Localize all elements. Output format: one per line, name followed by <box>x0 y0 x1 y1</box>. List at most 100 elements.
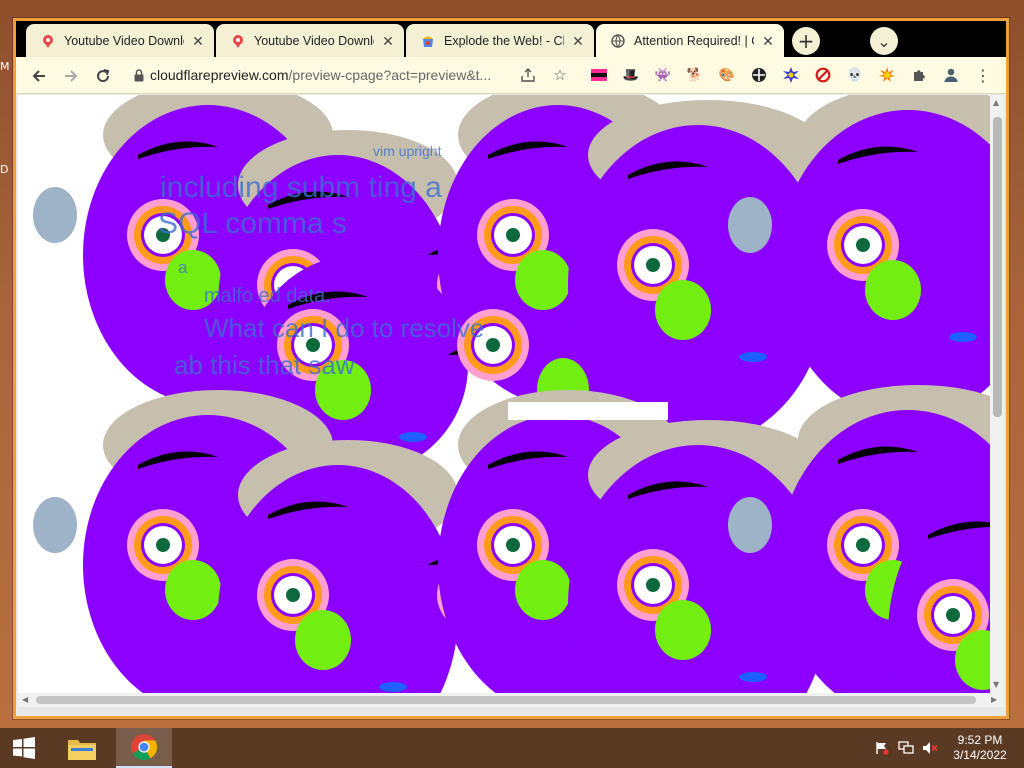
left-eye-iris <box>506 538 520 552</box>
tab-search-button[interactable]: ⌄ <box>870 27 898 55</box>
share-icon[interactable] <box>516 63 540 87</box>
page-text-fragment: ab this that saw <box>174 350 355 380</box>
menu-icon[interactable]: ⋮ <box>974 66 992 85</box>
left-eye-iris <box>286 588 300 602</box>
vertical-scrollbar[interactable]: ▲ ▼ <box>990 95 1004 693</box>
left-eye-iris <box>946 608 960 622</box>
page-text-fragment: including subm ting a <box>160 171 442 204</box>
block-icon[interactable] <box>814 66 832 84</box>
page-viewport[interactable]: vim upright including subm ting a SQL co… <box>18 95 990 693</box>
dog-icon[interactable]: 🐕 <box>686 66 704 84</box>
scroll-down-arrow-icon[interactable]: ▼ <box>993 680 999 689</box>
clock-time: 9:52 PM <box>957 733 1003 747</box>
scroll-left-arrow-icon[interactable]: ◀ <box>22 695 28 704</box>
url-host: cloudflarepreview.com <box>150 67 289 83</box>
desktop-icon-label[interactable]: M <box>0 60 14 74</box>
left-eye-iris <box>646 578 660 592</box>
folder-icon <box>68 740 96 760</box>
ear-shape <box>33 497 77 553</box>
reload-button[interactable] <box>90 63 116 89</box>
browser-toolbar: cloudflarepreview.com/preview-cpage?act=… <box>16 57 1006 94</box>
action-center-flag-icon[interactable] <box>874 740 890 756</box>
profile-icon[interactable] <box>942 66 960 84</box>
cheek-left <box>655 600 711 660</box>
left-eye-iris <box>156 538 170 552</box>
tab-explode-the-web[interactable]: Explode the Web! - Chr ✕ <box>406 24 594 57</box>
desktop-icon-label[interactable]: D <box>0 163 14 177</box>
left-eye-iris <box>856 538 870 552</box>
volume-muted-icon[interactable] <box>922 740 938 756</box>
hat-icon[interactable]: 🎩 <box>622 66 640 84</box>
map-pin-icon <box>40 33 56 49</box>
cheek-left <box>865 260 921 320</box>
file-explorer-button[interactable] <box>58 728 106 768</box>
close-icon[interactable]: ✕ <box>760 33 776 49</box>
close-icon[interactable]: ✕ <box>190 33 206 49</box>
new-tab-button[interactable]: + <box>792 27 820 55</box>
tab-youtube-downloader-2[interactable]: Youtube Video Downloa ✕ <box>216 24 404 57</box>
mouth-shape <box>379 682 407 692</box>
cheek-left <box>515 560 571 620</box>
chrome-taskbar-button[interactable] <box>116 728 172 768</box>
globe-icon <box>610 33 626 49</box>
bookmark-star-icon[interactable]: ☆ <box>548 63 572 87</box>
page-text-fragment: a <box>178 258 188 277</box>
crosshair-icon[interactable] <box>750 66 768 84</box>
cheek-left <box>515 250 571 310</box>
right-eye-iris <box>486 338 500 352</box>
chrome-store-icon <box>420 33 436 49</box>
mouth-shape <box>949 332 977 342</box>
skull-icon[interactable]: 💀 <box>846 66 864 84</box>
back-button[interactable] <box>26 63 52 89</box>
tab-title: Attention Required! | Cl <box>634 33 754 48</box>
map-pin-icon <box>230 33 246 49</box>
system-clock[interactable]: 9:52 PM 3/14/2022 <box>944 733 1016 763</box>
glitch-gap <box>508 402 668 420</box>
page-text-fragment: SQL comma s <box>158 207 347 240</box>
tab-attention-required[interactable]: Attention Required! | Cl ✕ <box>596 24 784 57</box>
ear-shape <box>728 497 772 553</box>
tab-strip: Youtube Video Downloa ✕ Youtube Video Do… <box>16 21 1006 57</box>
clock-date: 3/14/2022 <box>953 748 1007 762</box>
puzzle-icon[interactable] <box>910 66 928 84</box>
horizontal-scrollbar[interactable]: ◀ ▶ <box>18 693 1004 707</box>
cheek-left <box>165 560 221 620</box>
close-icon[interactable]: ✕ <box>380 33 396 49</box>
scroll-up-arrow-icon[interactable]: ▲ <box>993 98 999 107</box>
mouth-shape <box>739 672 767 682</box>
cheek-left <box>295 610 351 670</box>
mouth-shape <box>739 352 767 362</box>
url-path: /preview-cpage?act=preview&t... <box>288 67 492 83</box>
close-icon[interactable]: ✕ <box>570 33 586 49</box>
ear-shape <box>33 187 77 243</box>
ear-shape <box>728 197 772 253</box>
taskbar: 9:52 PM 3/14/2022 <box>0 728 1024 768</box>
left-eye-iris <box>856 238 870 252</box>
alien-icon[interactable]: 👾 <box>654 66 672 84</box>
forward-button[interactable] <box>58 63 84 89</box>
url-text: cloudflarepreview.com/preview-cpage?act=… <box>150 67 491 83</box>
sun-icon[interactable] <box>878 66 896 84</box>
windows-logo-icon <box>13 737 35 759</box>
tab-youtube-downloader-1[interactable]: Youtube Video Downloa ✕ <box>26 24 214 57</box>
browser-window: Youtube Video Downloa ✕ Youtube Video Do… <box>16 21 1006 716</box>
palette-icon[interactable]: 🎨 <box>718 66 736 84</box>
network-icon[interactable] <box>898 740 914 756</box>
tab-title: Explode the Web! - Chr <box>444 33 564 48</box>
starburst-icon[interactable] <box>782 66 800 84</box>
tab-title: Youtube Video Downloa <box>254 33 374 48</box>
tab-title: Youtube Video Downloa <box>64 33 184 48</box>
mouth-shape <box>399 432 427 442</box>
chrome-icon <box>131 734 158 761</box>
flag-icon[interactable] <box>590 66 608 84</box>
page-text-fragment: What can I do to resolve <box>204 313 485 343</box>
left-eye-iris <box>646 258 660 272</box>
start-button[interactable] <box>0 728 48 768</box>
lock-icon[interactable] <box>128 68 150 82</box>
scroll-right-arrow-icon[interactable]: ▶ <box>991 695 997 704</box>
vertical-scroll-thumb[interactable] <box>993 117 1002 417</box>
page-text-fragment: vim upright <box>373 143 442 159</box>
horizontal-scroll-thumb[interactable] <box>36 696 976 704</box>
left-eye-iris <box>506 228 520 242</box>
cheek-left <box>655 280 711 340</box>
